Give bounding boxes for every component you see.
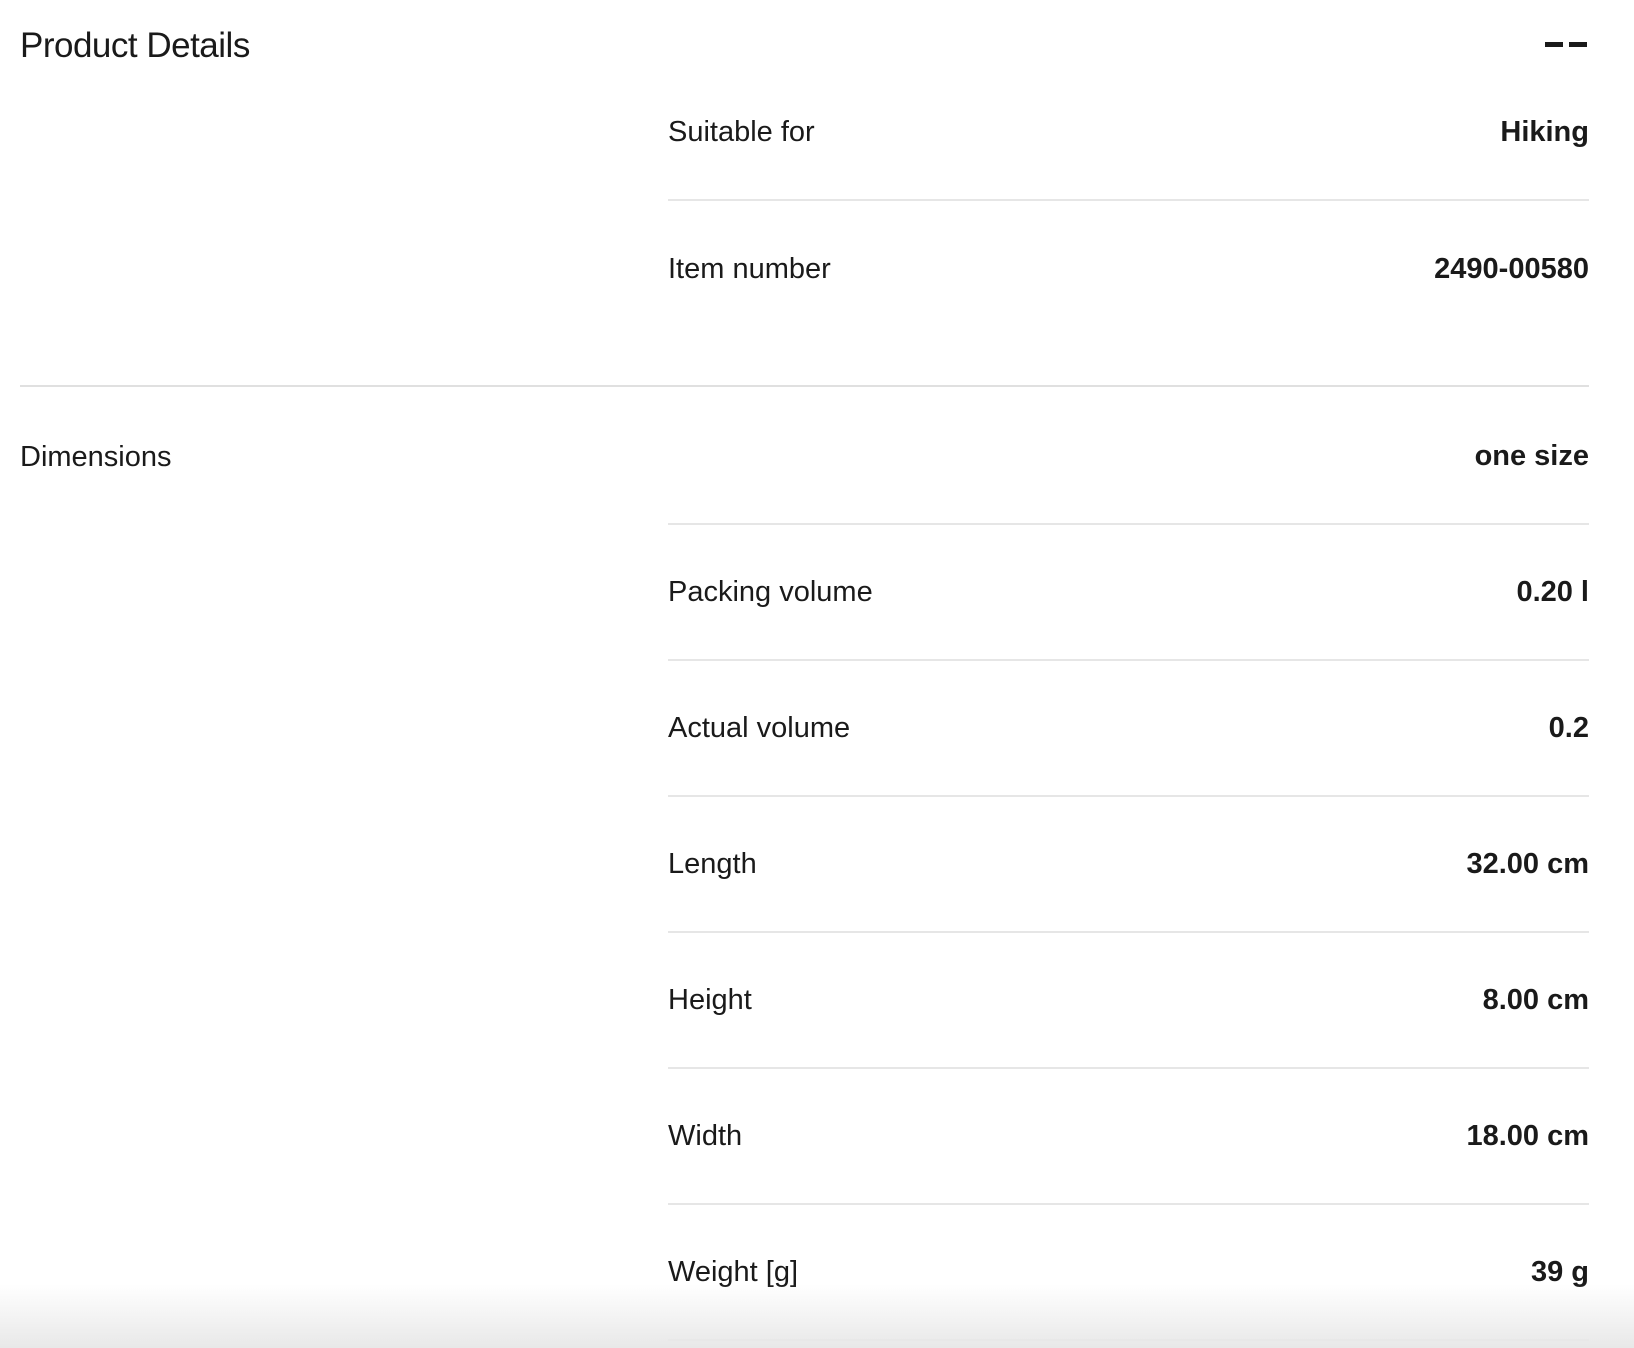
spec-label: Actual volume xyxy=(668,711,851,744)
spec-row-width: Width 18.00 cm xyxy=(668,1069,1589,1205)
spec-value: 32.00 cm xyxy=(1466,847,1589,880)
spec-value: 8.00 cm xyxy=(1482,983,1589,1016)
spec-value: 2490-00580 xyxy=(1434,252,1589,285)
spec-row-height: Height 8.00 cm xyxy=(668,933,1589,1069)
spec-label: Weight [g] xyxy=(668,1255,799,1288)
spec-value: one size xyxy=(1474,439,1589,472)
spec-row-item-number: Item number 2490-00580 xyxy=(668,201,1589,337)
spec-row-length: Length 32.00 cm xyxy=(668,797,1589,933)
spec-value: 18.00 cm xyxy=(1466,1119,1589,1152)
spec-label: Width xyxy=(668,1119,743,1152)
spec-value: Hiking xyxy=(1500,115,1589,148)
spec-label: Suitable for xyxy=(668,115,815,148)
collapse-button[interactable] xyxy=(1545,33,1589,57)
general-rows: Suitable for Hiking Item number 2490-005… xyxy=(668,65,1589,337)
dimensions-rows: one size Packing volume 0.20 l Actual vo… xyxy=(668,389,1589,1341)
spec-row-actual-volume: Actual volume 0.2 xyxy=(668,661,1589,797)
spec-row-suitable-for: Suitable for Hiking xyxy=(668,65,1589,201)
dimensions-label: Dimensions xyxy=(20,441,172,473)
spec-label: Length xyxy=(668,847,757,880)
spec-value: 0.20 l xyxy=(1516,575,1589,608)
spec-label: Item number xyxy=(668,252,831,285)
product-details-panel: Product Details Suitable for Hiking Item… xyxy=(0,0,1634,1348)
spec-label: Packing volume xyxy=(668,575,873,608)
section-title: Product Details xyxy=(20,26,250,65)
spec-row-size: one size xyxy=(668,389,1589,525)
spec-label: Height xyxy=(668,983,752,1016)
spec-value: 39 g xyxy=(1530,1255,1589,1288)
spec-row-packing-volume: Packing volume 0.20 l xyxy=(668,525,1589,661)
collapse-icon xyxy=(1545,33,1589,57)
spec-value: 0.2 xyxy=(1548,711,1589,744)
section-divider xyxy=(20,385,1589,387)
spec-row-weight: Weight [g] 39 g xyxy=(668,1205,1589,1341)
